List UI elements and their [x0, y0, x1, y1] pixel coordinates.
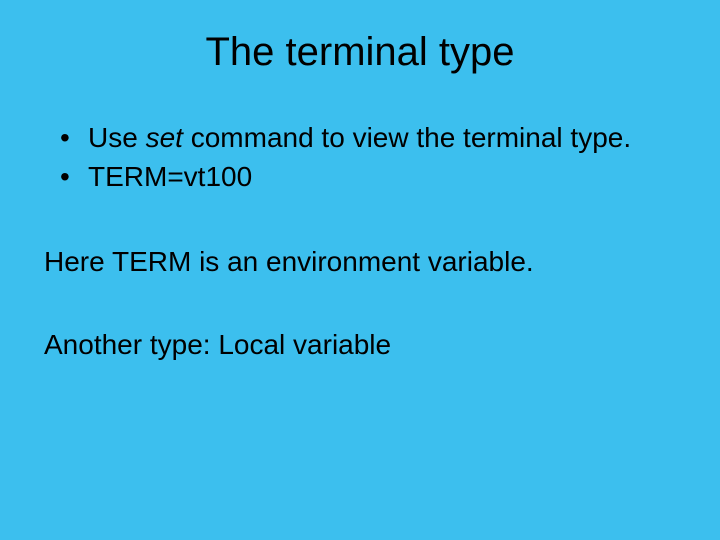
bullet-2-text: TERM=vt100 [88, 161, 252, 192]
bullet-item-1: Use set command to view the terminal typ… [60, 120, 680, 155]
bullet-1-italic: set [146, 122, 183, 153]
bullet-list: Use set command to view the terminal typ… [60, 120, 680, 194]
bullet-1-suffix: command to view the terminal type. [183, 122, 631, 153]
bullet-item-2: TERM=vt100 [60, 159, 680, 194]
paragraph-1: Here TERM is an environment variable. [44, 244, 680, 279]
paragraph-2: Another type: Local variable [44, 327, 680, 362]
slide: The terminal type Use set command to vie… [0, 0, 720, 540]
slide-title: The terminal type [40, 30, 680, 75]
bullet-1-prefix: Use [88, 122, 146, 153]
